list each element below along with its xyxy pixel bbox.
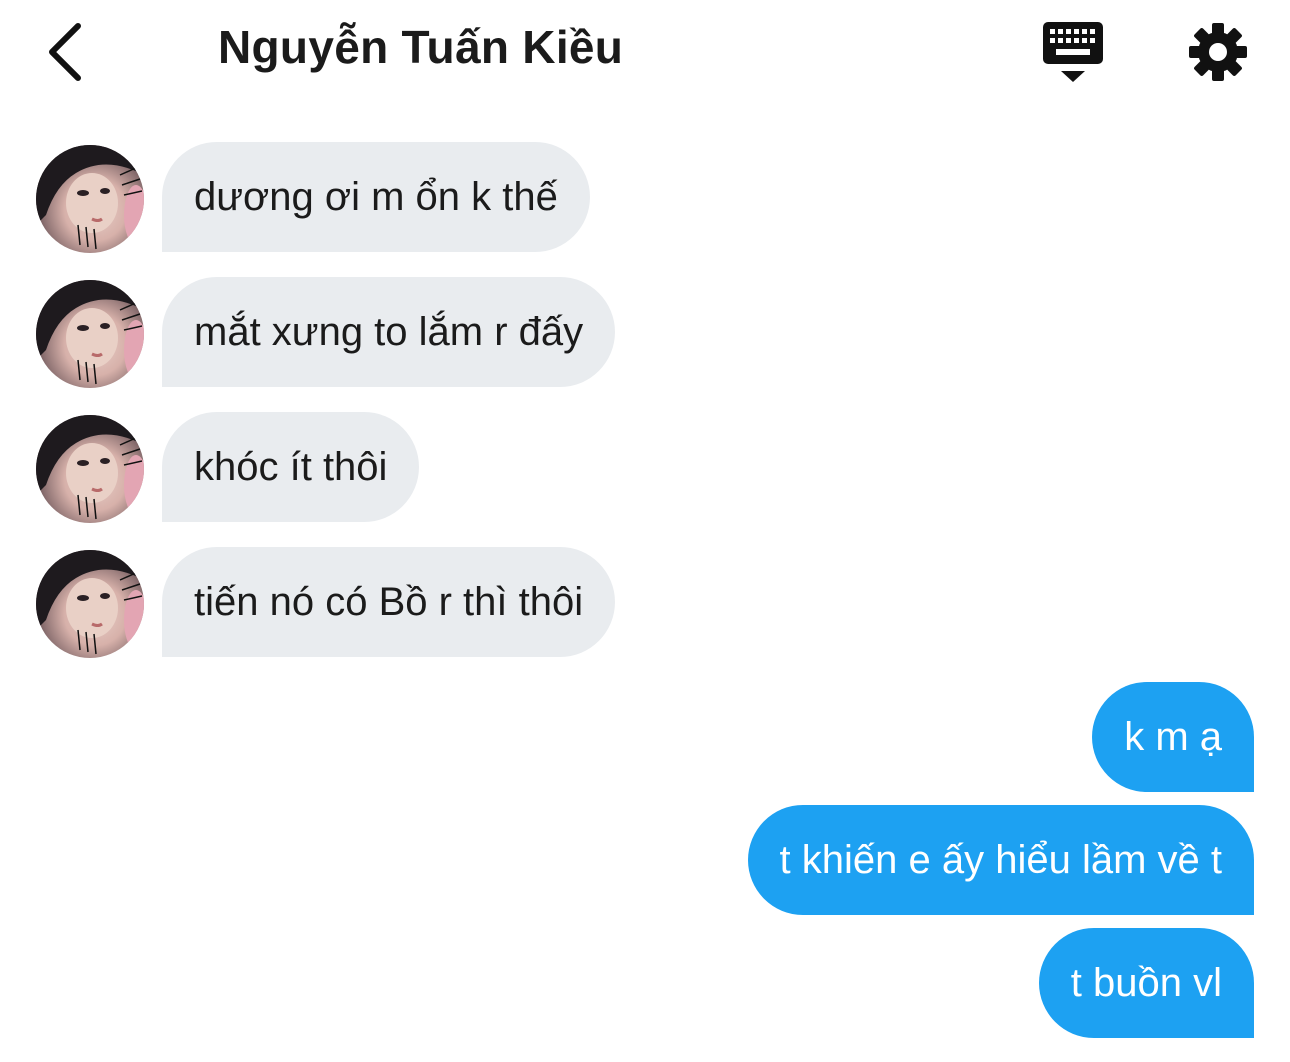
message-row-incoming: tiến nó có Bồ r thì thôi	[0, 547, 1290, 659]
back-button[interactable]	[40, 18, 100, 88]
chevron-left-icon	[49, 23, 81, 81]
gear-icon	[1189, 23, 1247, 81]
outgoing-message-bubble[interactable]: t khiến e ấy hiểu lầm về t	[747, 805, 1254, 915]
incoming-message-bubble[interactable]: dương ơi m ổn k thế	[162, 142, 590, 252]
avatar-image	[36, 415, 144, 520]
conversation-title: Nguyễn Tuấn Kiều	[218, 21, 624, 73]
avatar[interactable]	[36, 550, 144, 658]
avatar-image	[36, 550, 144, 655]
avatar[interactable]	[36, 280, 144, 388]
settings-button[interactable]	[1186, 20, 1250, 84]
message-row-incoming: khóc ít thôi	[0, 412, 1290, 524]
avatar[interactable]	[36, 145, 144, 253]
outgoing-message-bubble[interactable]: t buồn vl	[1038, 928, 1254, 1038]
avatar-image	[36, 145, 144, 250]
incoming-message-bubble[interactable]: khóc ít thôi	[162, 412, 420, 522]
incoming-message-bubble[interactable]: tiến nó có Bồ r thì thôi	[162, 547, 616, 657]
outgoing-message-bubble[interactable]: k m ạ	[1092, 682, 1254, 792]
avatar-image	[36, 280, 144, 385]
message-row-incoming: dương ơi m ổn k thế	[0, 142, 1290, 254]
chat-header: Nguyễn Tuấn Kiều	[0, 0, 1290, 110]
message-row-incoming: mắt xưng to lắm r đấy	[0, 277, 1290, 389]
incoming-message-bubble[interactable]: mắt xưng to lắm r đấy	[162, 277, 616, 387]
avatar[interactable]	[36, 415, 144, 523]
keyboard-button[interactable]	[1040, 18, 1108, 88]
keyboard-icon	[1043, 22, 1103, 82]
